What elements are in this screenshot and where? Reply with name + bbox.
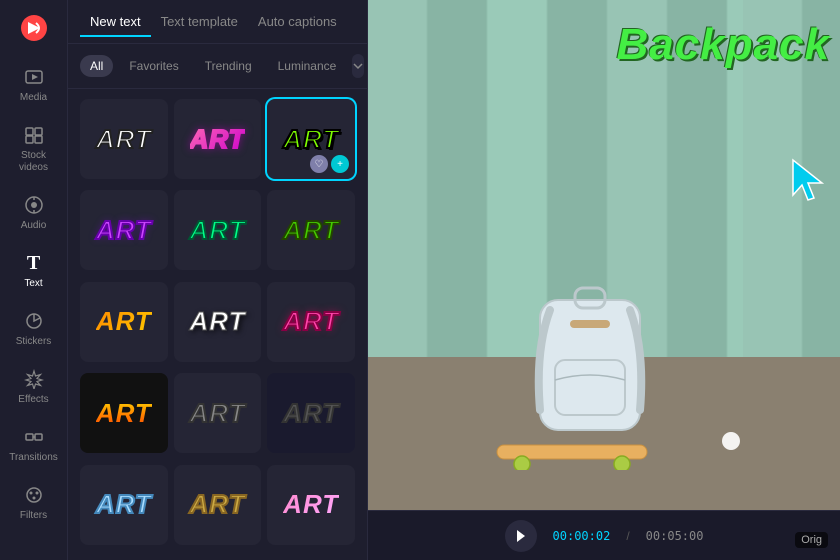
text-style-card-11[interactable]: ART [174, 373, 262, 453]
text-style-card-8[interactable]: ART [174, 282, 262, 362]
filter-dropdown[interactable] [352, 54, 364, 78]
art-text-12: ART [283, 398, 339, 429]
app-logo [16, 10, 52, 46]
text-style-card-2[interactable]: ART [174, 99, 262, 179]
sidebar-item-stock-videos[interactable]: Stockvideos [4, 116, 64, 182]
text-style-card-15[interactable]: ART [267, 465, 355, 545]
tab-bar: New text Text template Auto captions [68, 0, 367, 44]
text-style-card-10[interactable]: ART [80, 373, 168, 453]
art-text-14: ART [190, 489, 246, 520]
total-time: 00:05:00 [646, 529, 704, 543]
stock-videos-label: Stockvideos [19, 150, 48, 174]
filters-label: Filters [20, 510, 47, 522]
effects-label: Effects [18, 394, 48, 406]
card-3-favorite-btn[interactable]: ♡ [310, 155, 328, 173]
art-text-7: ART [96, 306, 152, 337]
text-style-card-3[interactable]: ART ♡ + [267, 99, 355, 179]
art-text-2: ART [190, 124, 246, 155]
filter-all[interactable]: All [80, 55, 113, 77]
sidebar-item-stickers[interactable]: Stickers [4, 302, 64, 356]
text-style-card-14[interactable]: ART [174, 465, 262, 545]
art-text-10: ART [96, 398, 152, 429]
text-style-card-13[interactable]: ART [80, 465, 168, 545]
art-text-4: ART [96, 215, 152, 246]
sidebar-item-media[interactable]: Media [4, 58, 64, 112]
text-control-point[interactable] [722, 432, 740, 450]
backpack-illustration [520, 260, 660, 450]
card-3-overlay: ♡ + [310, 155, 349, 173]
art-text-13: ART [96, 489, 152, 520]
filter-luminance[interactable]: Luminance [268, 55, 347, 77]
sidebar: Media Stockvideos Audio T Text [0, 0, 68, 560]
stickers-label: Stickers [16, 336, 52, 348]
stock-videos-icon [23, 124, 45, 146]
art-text-5: ART [190, 215, 246, 246]
sidebar-item-transitions[interactable]: Transitions [4, 418, 64, 472]
text-style-card-1[interactable]: ART [80, 99, 168, 179]
orig-badge: Orig [795, 532, 828, 548]
filter-bar: All Favorites Trending Luminance [68, 44, 367, 89]
filters-icon [23, 484, 45, 506]
audio-label: Audio [21, 220, 47, 232]
tab-new-text[interactable]: New text [80, 8, 151, 37]
stickers-icon [23, 310, 45, 332]
text-style-card-9[interactable]: ART [267, 282, 355, 362]
tab-text-template[interactable]: Text template [151, 8, 248, 37]
text-label: Text [24, 278, 42, 290]
text-panel: New text Text template Auto captions All… [68, 0, 368, 560]
preview-area: Backpack 00:00:02 / 00:05:00 Orig [368, 0, 840, 560]
sidebar-item-effects[interactable]: Effects [4, 360, 64, 414]
text-icon: T [23, 252, 45, 274]
art-text-11: ART [190, 398, 246, 429]
skateboard-illustration [492, 440, 652, 470]
text-style-card-12[interactable]: ART [267, 373, 355, 453]
text-style-card-7[interactable]: ART [80, 282, 168, 362]
art-text-15: ART [283, 489, 339, 520]
tab-auto-captions[interactable]: Auto captions [248, 8, 347, 37]
effects-icon [23, 368, 45, 390]
sidebar-item-text[interactable]: T Text [4, 244, 64, 298]
art-text-6: ART [283, 215, 339, 246]
sidebar-item-audio[interactable]: Audio [4, 186, 64, 240]
filter-favorites[interactable]: Favorites [119, 55, 188, 77]
audio-icon [23, 194, 45, 216]
media-label: Media [20, 92, 47, 104]
art-text-1: ART [96, 124, 152, 155]
art-text-8: ART [190, 306, 246, 337]
text-style-grid: ART ART ART ♡ + ART ART ART ART [68, 89, 367, 560]
text-style-card-6[interactable]: ART [267, 190, 355, 270]
play-button[interactable] [505, 520, 537, 552]
timeline: 00:00:02 / 00:05:00 [368, 510, 840, 560]
current-time: 00:00:02 [553, 529, 611, 543]
card-3-add-btn[interactable]: + [331, 155, 349, 173]
text-style-card-5[interactable]: ART [174, 190, 262, 270]
preview-video: Backpack [368, 0, 840, 510]
backpack-text-overlay: Backpack [617, 20, 830, 70]
transitions-label: Transitions [9, 452, 58, 464]
filter-trending[interactable]: Trending [195, 55, 262, 77]
transitions-icon [23, 426, 45, 448]
media-icon [23, 66, 45, 88]
time-separator: / [626, 529, 629, 543]
text-style-card-4[interactable]: ART [80, 190, 168, 270]
art-text-9: ART [283, 306, 339, 337]
art-text-3: ART [283, 124, 339, 155]
sidebar-item-filters[interactable]: Filters [4, 476, 64, 530]
